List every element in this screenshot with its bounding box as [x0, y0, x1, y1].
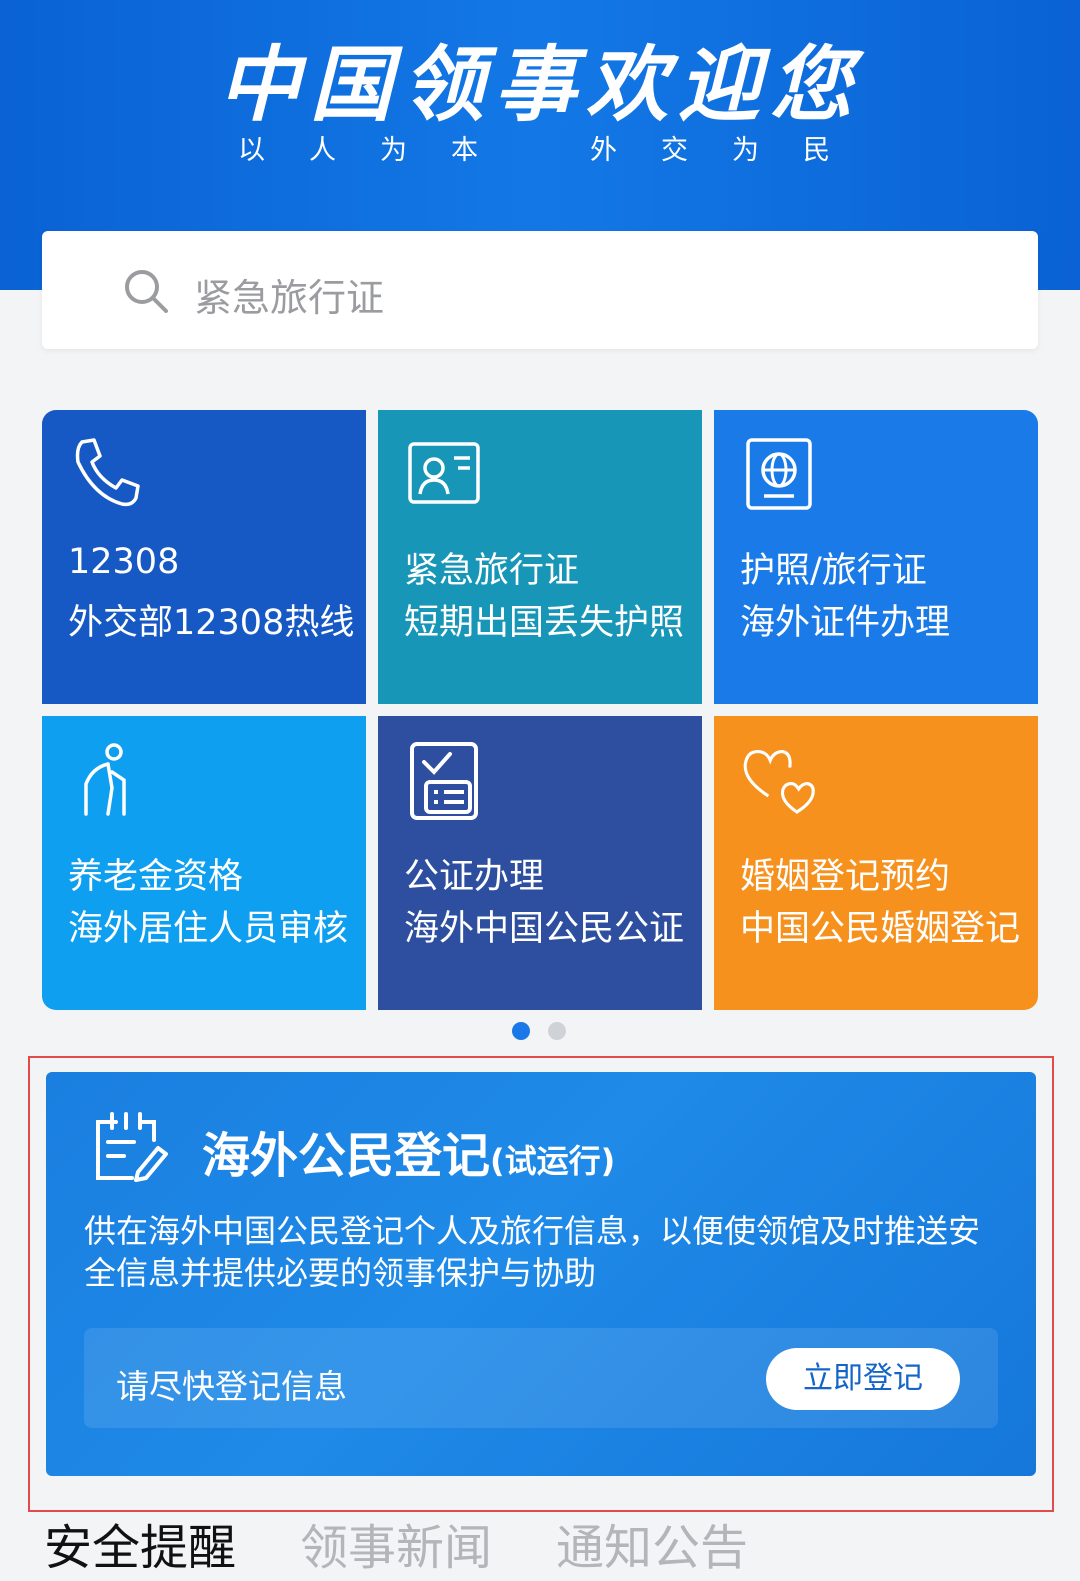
news-tabs: 安全提醒 领事新闻 通知公告	[0, 1508, 1080, 1581]
tile-subtitle: 海外证件办理	[740, 603, 951, 643]
tile-title: 护照/旅行证	[740, 551, 927, 591]
tab-safety-alerts[interactable]: 安全提醒	[44, 1508, 236, 1578]
hearts-icon	[743, 749, 815, 814]
document-check-icon	[410, 742, 478, 820]
tile-subtitle: 外交部12308热线	[68, 603, 355, 643]
tile-title: 婚姻登记预约	[740, 857, 951, 897]
tab-consular-news[interactable]: 领事新闻	[300, 1508, 492, 1578]
search-icon	[125, 270, 168, 313]
pagination-dots	[512, 1022, 572, 1042]
phone-icon	[75, 438, 140, 507]
service-tile-notary[interactable]: 公证办理 海外中国公民公证	[378, 716, 702, 1010]
registration-description: 供在海外中国公民登记个人及旅行信息，以便使领馆及时推送安全信息并提供必要的领事保…	[84, 1212, 981, 1292]
tile-title: 12308	[68, 542, 180, 582]
register-form-icon	[96, 1112, 168, 1182]
slogan-right: 外交为民	[590, 135, 874, 166]
header-title: 中国领事欢迎您	[218, 37, 862, 133]
tile-subtitle: 海外中国公民公证	[404, 909, 685, 949]
registration-title: 海外公民登记(试运行)	[202, 1116, 615, 1186]
pagination-dot[interactable]	[548, 1022, 566, 1040]
registration-title-suffix: (试运行)	[490, 1142, 616, 1180]
tile-subtitle: 海外居住人员审核	[68, 909, 349, 949]
header-slogans: 以人为本 外交为民	[0, 128, 1080, 168]
tile-title: 养老金资格	[68, 857, 244, 897]
service-tile-hotline[interactable]: 12308 外交部12308热线	[42, 410, 366, 704]
slogan-left: 以人为本	[238, 135, 522, 166]
id-card-icon	[408, 442, 480, 504]
tile-subtitle: 短期出国丢失护照	[404, 603, 685, 643]
service-tile-passport[interactable]: 护照/旅行证 海外证件办理	[714, 410, 1038, 704]
registration-prompt: 请尽快登记信息	[116, 1367, 347, 1406]
search-input[interactable]: 紧急旅行证	[42, 231, 1038, 349]
service-tile-emergency-travel[interactable]: 紧急旅行证 短期出国丢失护照	[378, 410, 702, 704]
registration-prompt-bar: 请尽快登记信息 立即登记	[84, 1328, 998, 1428]
pagination-dot-active[interactable]	[512, 1022, 530, 1040]
tile-subtitle: 中国公民婚姻登记	[740, 909, 1021, 949]
service-grid: 12308 外交部12308热线 紧急旅行证 短期出国丢失护照 护照/旅行证 海…	[42, 410, 1038, 1010]
passport-icon	[746, 438, 812, 510]
registration-title-main: 海外公民登记	[202, 1128, 491, 1184]
service-tile-marriage[interactable]: 婚姻登记预约 中国公民婚姻登记	[714, 716, 1038, 1010]
tile-title: 公证办理	[404, 857, 545, 897]
registration-card[interactable]: 海外公民登记(试运行) 供在海外中国公民登记个人及旅行信息，以便使领馆及时推送安…	[46, 1072, 1036, 1476]
service-tile-pension[interactable]: 养老金资格 海外居住人员审核	[42, 716, 366, 1010]
elderly-person-icon	[84, 743, 126, 816]
search-placeholder: 紧急旅行证	[194, 276, 385, 320]
tab-notices[interactable]: 通知公告	[556, 1508, 748, 1578]
tile-title: 紧急旅行证	[404, 551, 580, 591]
register-now-button[interactable]: 立即登记	[766, 1348, 960, 1410]
